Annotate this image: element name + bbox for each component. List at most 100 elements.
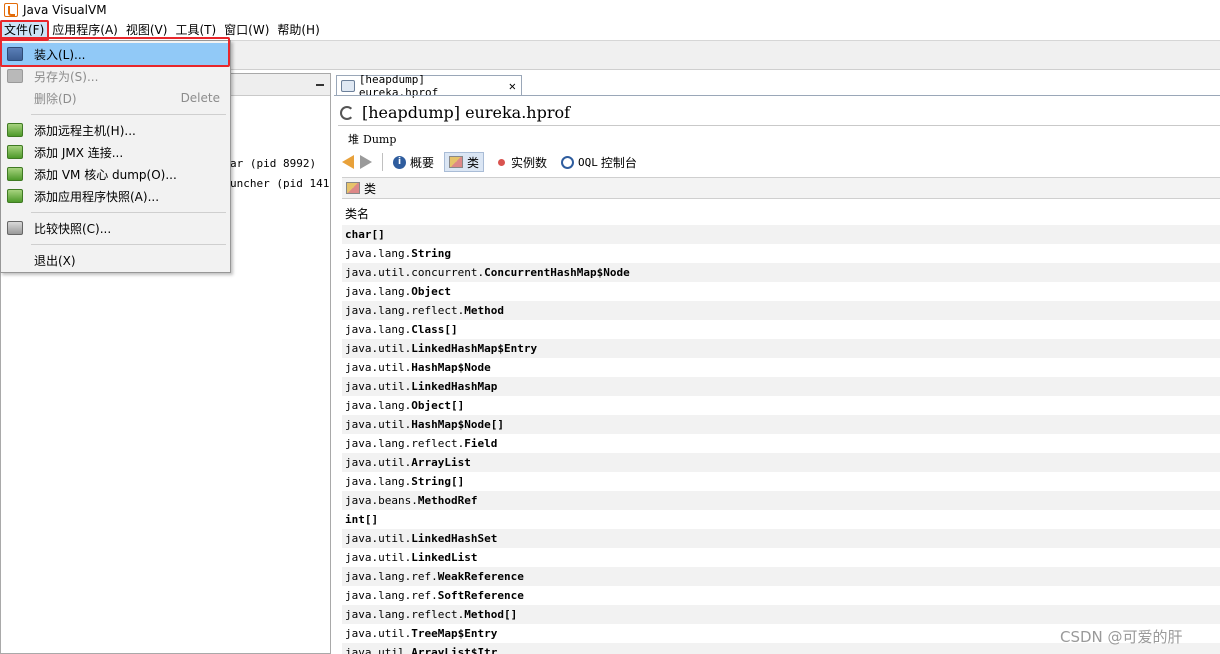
oql-console-button[interactable]: OQL 控制台 <box>557 152 641 172</box>
class-package: java.util. <box>345 361 412 374</box>
classes-table: char[] java.lang.String java.util.concurre… <box>342 225 1220 654</box>
tab-divider <box>334 95 1220 96</box>
class-name: HashMap$Node <box>411 361 491 374</box>
table-row[interactable]: java.lang.Object <box>342 282 1220 301</box>
class-package: java.util. <box>345 342 412 355</box>
delete-shortcut: Delete <box>180 91 220 105</box>
menu-item-delete[interactable]: 删除(D) Delete <box>1 87 230 109</box>
minimize-icon[interactable] <box>316 84 324 86</box>
class-package: java.util. <box>345 532 412 545</box>
menu-help[interactable]: 帮助(H) <box>273 20 323 40</box>
class-name: Method <box>464 304 504 317</box>
table-row[interactable]: java.util.ArrayList <box>342 453 1220 472</box>
table-row[interactable]: java.lang.Object[] <box>342 396 1220 415</box>
class-package: java.util. <box>345 418 412 431</box>
class-name: int[] <box>345 513 379 526</box>
menu-separator <box>31 244 226 245</box>
dump-subtitle: 堆 Dump <box>348 131 396 147</box>
classes-section-title: 类 <box>364 181 377 196</box>
class-package: java.util. <box>345 380 412 393</box>
table-row[interactable]: java.util.LinkedHashMap$Entry <box>342 339 1220 358</box>
menu-item-save-as[interactable]: 另存为(S)... <box>1 65 230 87</box>
heapdump-panel: [heapdump] eureka.hprof ✕ [heapdump] eur… <box>334 73 1220 654</box>
menu-item-add-jmx[interactable]: 添加 JMX 连接... <box>1 141 230 163</box>
subtitle-word: Dump <box>363 133 397 146</box>
dump-heading: [heapdump] eureka.hprof <box>340 103 570 122</box>
table-row[interactable]: java.util.HashMap$Node <box>342 358 1220 377</box>
class-package: java.util. <box>345 551 412 564</box>
loading-spinner-icon <box>340 105 354 120</box>
table-row[interactable]: int[] <box>342 510 1220 529</box>
class-package: java.lang.ref. <box>345 570 438 583</box>
table-row[interactable]: java.beans.MethodRef <box>342 491 1220 510</box>
tab-heapdump[interactable]: [heapdump] eureka.hprof ✕ <box>336 73 522 99</box>
table-row[interactable]: char[] <box>342 225 1220 244</box>
class-name: LinkedHashMap$Entry <box>411 342 538 355</box>
class-package: java.beans. <box>345 494 418 507</box>
oql-label: 控制台 <box>600 155 637 170</box>
class-name: ArrayList <box>411 456 471 469</box>
menu-item-compare-snapshots[interactable]: 比较快照(C)... <box>1 217 230 239</box>
table-row[interactable]: java.lang.ref.WeakReference <box>342 567 1220 586</box>
toolbar-separator <box>382 153 383 171</box>
table-row[interactable]: java.util.LinkedList <box>342 548 1220 567</box>
save-as-icon <box>7 69 23 83</box>
class-package: java.lang. <box>345 323 412 336</box>
table-row[interactable]: java.util.LinkedHashSet <box>342 529 1220 548</box>
title-bar: Java VisualVM <box>0 0 1220 20</box>
class-name: MethodRef <box>417 494 478 507</box>
class-name: SoftReference <box>437 589 524 602</box>
menu-separator <box>31 114 226 115</box>
summary-label: 概要 <box>410 155 435 170</box>
column-header-class-name[interactable]: 类名 <box>342 203 1220 225</box>
class-package: java.util. <box>345 456 412 469</box>
table-row[interactable]: java.lang.Class[] <box>342 320 1220 339</box>
watermark: CSDN @可爱的肝 <box>1060 628 1183 646</box>
class-name: Object[] <box>411 399 465 412</box>
class-package: java.lang.reflect. <box>345 437 465 450</box>
class-name: String <box>411 247 451 260</box>
instances-label: 实例数 <box>511 155 548 170</box>
menu-item-exit[interactable]: 退出(X) <box>1 249 230 271</box>
classes-button[interactable]: 类 <box>444 152 485 172</box>
class-name: Method[] <box>464 608 518 621</box>
forward-arrow-icon[interactable] <box>360 155 372 169</box>
table-row[interactable]: java.lang.ref.SoftReference <box>342 586 1220 605</box>
class-package: java.lang. <box>345 247 412 260</box>
instances-icon <box>498 158 506 166</box>
classes-label: 类 <box>467 155 480 170</box>
instances-button[interactable]: 实例数 <box>490 152 551 172</box>
table-row[interactable]: java.lang.String[] <box>342 472 1220 491</box>
menu-item-add-snapshot[interactable]: 添加应用程序快照(A)... <box>1 185 230 207</box>
class-name: Class[] <box>411 323 458 336</box>
class-name: LinkedList <box>411 551 478 564</box>
menu-item-add-remote-host[interactable]: 添加远程主机(H)... <box>1 119 230 141</box>
table-row[interactable]: java.lang.reflect.Method[] <box>342 605 1220 624</box>
class-package: java.lang.reflect. <box>345 304 465 317</box>
jmx-icon <box>7 145 23 159</box>
core-dump-icon <box>7 167 23 181</box>
class-name: Field <box>464 437 498 450</box>
table-row[interactable]: java.lang.String <box>342 244 1220 263</box>
class-package: java.util. <box>345 627 412 640</box>
class-package: java.lang. <box>345 475 412 488</box>
java-app-icon <box>4 3 18 17</box>
class-package: java.lang. <box>345 285 412 298</box>
table-row[interactable]: java.util.concurrent.ConcurrentHashMap$N… <box>342 263 1220 282</box>
class-name: ArrayList$Itr <box>411 646 498 654</box>
class-name: WeakReference <box>437 570 524 583</box>
table-row[interactable]: java.util.LinkedHashMap <box>342 377 1220 396</box>
summary-button[interactable]: i 概要 <box>389 152 438 172</box>
table-row[interactable]: java.lang.reflect.Method <box>342 301 1220 320</box>
back-arrow-icon[interactable] <box>342 155 354 169</box>
class-package: java.util. <box>345 646 412 654</box>
class-package: java.lang.reflect. <box>345 608 465 621</box>
close-icon[interactable]: ✕ <box>509 79 516 93</box>
menu-item-add-core-dump[interactable]: 添加 VM 核心 dump(O)... <box>1 163 230 185</box>
classes-section-header: 类 <box>342 177 1220 199</box>
table-row[interactable]: java.lang.reflect.Field <box>342 434 1220 453</box>
class-name: char[] <box>345 228 385 241</box>
oql-prefix: OQL <box>578 155 598 169</box>
table-row[interactable]: java.util.HashMap$Node[] <box>342 415 1220 434</box>
snapshot-icon <box>7 189 23 203</box>
